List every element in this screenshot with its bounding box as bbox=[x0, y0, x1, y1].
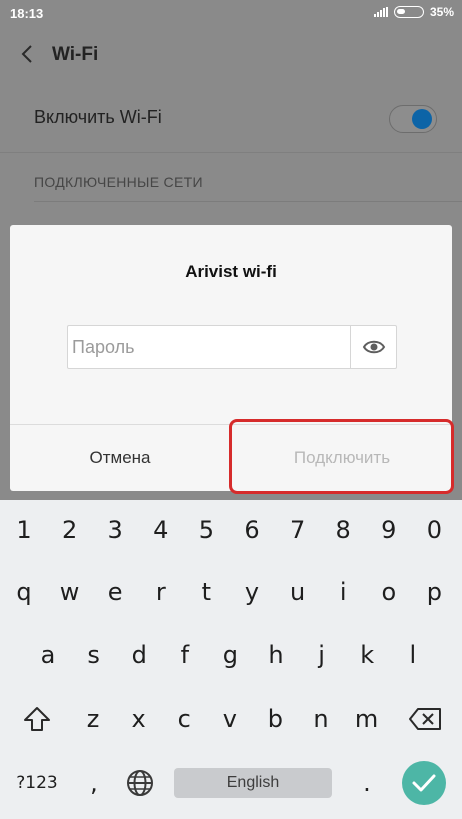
key-l[interactable]: l bbox=[393, 633, 433, 677]
comma-key[interactable]: , bbox=[78, 764, 110, 802]
key-d[interactable]: d bbox=[119, 633, 159, 677]
key-i[interactable]: i bbox=[323, 570, 363, 614]
battery-icon bbox=[393, 6, 424, 18]
key-t[interactable]: t bbox=[186, 570, 226, 614]
signal-icon bbox=[373, 7, 388, 17]
key-v[interactable]: v bbox=[210, 697, 250, 741]
key-a[interactable]: a bbox=[28, 633, 68, 677]
chevron-left-icon[interactable] bbox=[18, 42, 38, 66]
key-y[interactable]: y bbox=[232, 570, 272, 614]
check-icon bbox=[412, 774, 436, 792]
key-7[interactable]: 7 bbox=[278, 508, 318, 552]
period-key[interactable]: . bbox=[352, 764, 382, 802]
shift-key[interactable] bbox=[14, 697, 60, 741]
status-bar: 18:13 35% bbox=[0, 0, 462, 28]
key-m[interactable]: m bbox=[347, 697, 387, 741]
key-0[interactable]: 0 bbox=[414, 508, 454, 552]
wifi-toggle-row[interactable]: Включить Wi-Fi bbox=[0, 90, 462, 152]
key-c[interactable]: c bbox=[164, 697, 204, 741]
enter-key[interactable] bbox=[402, 761, 446, 805]
divider bbox=[0, 152, 462, 153]
key-6[interactable]: 6 bbox=[232, 508, 272, 552]
key-9[interactable]: 9 bbox=[369, 508, 409, 552]
status-time: 18:13 bbox=[10, 6, 44, 21]
language-key[interactable] bbox=[122, 764, 158, 802]
key-p[interactable]: p bbox=[414, 570, 454, 614]
connected-networks-header: ПОДКЛЮЧЕННЫЕ СЕТИ bbox=[34, 174, 203, 190]
key-q[interactable]: q bbox=[4, 570, 44, 614]
key-8[interactable]: 8 bbox=[323, 508, 363, 552]
key-j[interactable]: j bbox=[302, 633, 342, 677]
symbols-key[interactable]: ?123 bbox=[6, 764, 68, 802]
backspace-icon bbox=[409, 708, 441, 730]
screen: 18:13 35% Wi-Fi Включить Wi-Fi ПОДКЛЮЧЕН… bbox=[0, 0, 462, 819]
key-x[interactable]: x bbox=[119, 697, 159, 741]
page-title: Wi-Fi bbox=[52, 44, 99, 65]
key-f[interactable]: f bbox=[165, 633, 205, 677]
key-r[interactable]: r bbox=[141, 570, 181, 614]
globe-icon bbox=[127, 770, 153, 796]
key-g[interactable]: g bbox=[210, 633, 250, 677]
key-4[interactable]: 4 bbox=[141, 508, 181, 552]
dialog-title: Arivist wi-fi bbox=[185, 262, 277, 281]
key-2[interactable]: 2 bbox=[50, 508, 90, 552]
key-k[interactable]: k bbox=[347, 633, 387, 677]
status-right: 35% bbox=[373, 5, 454, 19]
show-password-button[interactable] bbox=[350, 326, 396, 368]
app-header: Wi-Fi bbox=[0, 28, 462, 84]
password-input[interactable] bbox=[68, 326, 350, 368]
key-1[interactable]: 1 bbox=[4, 508, 44, 552]
wifi-toggle-switch[interactable] bbox=[389, 105, 437, 133]
key-h[interactable]: h bbox=[256, 633, 296, 677]
key-3[interactable]: 3 bbox=[95, 508, 135, 552]
backspace-key[interactable] bbox=[400, 697, 450, 741]
battery-percent: 35% bbox=[429, 5, 454, 19]
key-b[interactable]: b bbox=[255, 697, 295, 741]
connect-button-highlight bbox=[229, 419, 454, 494]
eye-icon bbox=[362, 340, 386, 354]
password-field bbox=[67, 325, 397, 369]
key-5[interactable]: 5 bbox=[186, 508, 226, 552]
key-e[interactable]: e bbox=[95, 570, 135, 614]
key-n[interactable]: n bbox=[301, 697, 341, 741]
space-key[interactable]: English bbox=[174, 768, 332, 798]
key-o[interactable]: o bbox=[369, 570, 409, 614]
keyboard: 1234567890 qwertyuiop asdfghjkl zxcvbnm … bbox=[0, 500, 462, 819]
key-s[interactable]: s bbox=[74, 633, 114, 677]
key-z[interactable]: z bbox=[73, 697, 113, 741]
cancel-button[interactable]: Отмена bbox=[10, 425, 230, 491]
shift-icon bbox=[24, 707, 50, 731]
wifi-toggle-label: Включить Wi-Fi bbox=[34, 107, 162, 127]
key-u[interactable]: u bbox=[278, 570, 318, 614]
key-w[interactable]: w bbox=[50, 570, 90, 614]
toggle-knob bbox=[412, 109, 432, 129]
divider bbox=[34, 201, 462, 202]
